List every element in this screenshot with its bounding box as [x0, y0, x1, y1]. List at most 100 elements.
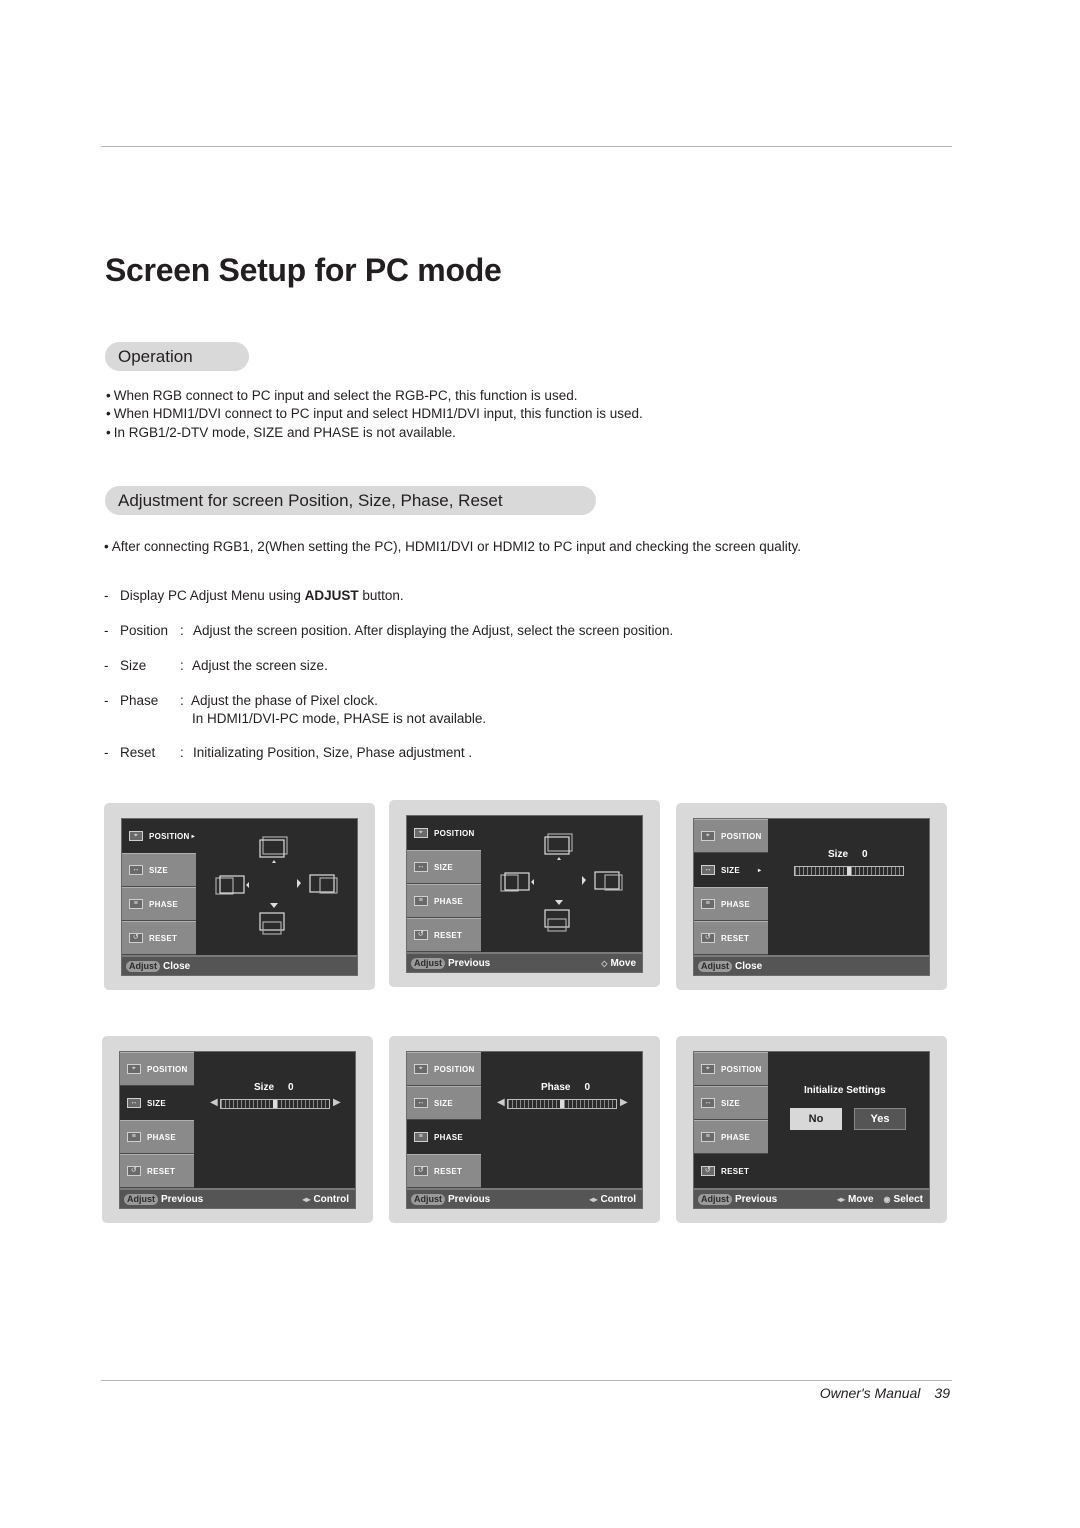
- slider-label: Size 0: [254, 1082, 294, 1093]
- step-term: Reset: [120, 745, 156, 760]
- osd-menu-label: SIZE: [147, 1098, 166, 1108]
- reset-icon: ↺: [127, 1166, 141, 1176]
- osd-screenshot: ⌖ POSITION ↔ SIZE ≡ PHASE ↺ RESET Size 0 ◀ ▶ Adjust P…: [102, 1036, 373, 1223]
- size-slider[interactable]: [220, 1099, 330, 1109]
- osd-menu-item-reset[interactable]: ↺ RESET: [120, 1154, 194, 1188]
- size-slider[interactable]: [794, 866, 904, 876]
- position-diagram: [212, 833, 342, 943]
- osd-menu: ⌖ POSITION ▸ ↔ SIZE ≡ PHASE ↺ RESET: [122, 819, 196, 955]
- slider-value: 0: [584, 1082, 591, 1093]
- osd-menu-item-position[interactable]: ⌖ POSITION: [120, 1052, 194, 1086]
- arrow-left-icon[interactable]: ◀: [497, 1097, 505, 1108]
- adjustment-intro: After connecting RGB1, 2(When setting th…: [104, 538, 864, 557]
- diagram-shape: [582, 876, 586, 885]
- bullet-item: In RGB1/2-DTV mode, SIZE and PHASE is no…: [106, 424, 643, 442]
- slider-knob[interactable]: [273, 1100, 277, 1108]
- osd-menu-item-phase[interactable]: ≡ PHASE: [694, 887, 768, 921]
- osd-menu: ⌖ POSITION ↔ SIZE ≡ PHASE ↺ RESET: [694, 1052, 768, 1188]
- arrow-right-icon[interactable]: ▶: [620, 1097, 628, 1108]
- osd-menu-item-reset[interactable]: ↺ RESET: [122, 921, 196, 955]
- osd-screenshot: ⌖ POSITION ↔ SIZE ≡ PHASE ↺ RESET Adjust Previous…: [389, 800, 660, 987]
- phase-icon: ≡: [129, 899, 143, 909]
- adjust-badge[interactable]: Adjust: [698, 1193, 732, 1205]
- operation-bullets: When RGB connect to PC input and select …: [106, 387, 643, 442]
- osd-menu-item-reset[interactable]: ↺ RESET: [407, 1154, 481, 1188]
- adjust-badge[interactable]: Adjust: [124, 1193, 158, 1205]
- step-text: Display PC Adjust Menu using: [120, 588, 305, 603]
- osd-menu-item-phase[interactable]: ≡ PHASE: [120, 1120, 194, 1154]
- osd-menu-item-phase[interactable]: ≡ PHASE: [407, 1120, 481, 1154]
- footer-action-label: Previous: [161, 1193, 204, 1205]
- osd-menu-item-size[interactable]: ↔ SIZE: [407, 850, 481, 884]
- no-button[interactable]: No: [790, 1108, 842, 1130]
- osd-menu-label: PHASE: [434, 896, 464, 906]
- position-icon: ⌖: [127, 1064, 141, 1074]
- osd-menu-item-reset[interactable]: ↺ RESET: [407, 918, 481, 952]
- osd-menu-item-phase[interactable]: ≡ PHASE: [407, 884, 481, 918]
- osd-menu-item-position[interactable]: ⌖ POSITION: [694, 819, 768, 853]
- osd-menu-item-size[interactable]: ↔ SIZE: [407, 1086, 481, 1120]
- osd-menu-item-size[interactable]: ↔ SIZE: [120, 1086, 194, 1120]
- footer-hints: ◂▸ Control: [302, 1194, 349, 1205]
- osd-menu-item-phase[interactable]: ≡ PHASE: [694, 1120, 768, 1154]
- osd-menu-item-position[interactable]: ⌖ POSITION: [694, 1052, 768, 1086]
- page-number: 39: [934, 1385, 950, 1401]
- phase-icon: ≡: [701, 899, 715, 909]
- osd-menu-item-reset[interactable]: ↺ RESET: [694, 921, 768, 955]
- osd-menu: ⌖ POSITION ↔ SIZE ≡ PHASE ↺ RESET: [407, 816, 481, 952]
- footer-action-label: Close: [163, 960, 191, 972]
- osd-menu-item-position[interactable]: ⌖ POSITION: [407, 1052, 481, 1086]
- diagram-shape: [297, 879, 301, 888]
- osd-menu-item-position[interactable]: ⌖ POSITION: [407, 816, 481, 850]
- osd-screenshot: ⌖ POSITION ↔ SIZE ▸ ≡ PHASE ↺ RESET Size 0 Adjust Cl…: [676, 803, 947, 990]
- arrow-left-icon[interactable]: ◀: [210, 1097, 218, 1108]
- osd-menu-item-position[interactable]: ⌖ POSITION ▸: [122, 819, 196, 853]
- osd-menu-item-size[interactable]: ↔ SIZE ▸: [694, 853, 768, 887]
- footer-label: Owner's Manual: [819, 1385, 921, 1401]
- step-desc: Initializating Position, Size, Phase adj…: [193, 745, 473, 760]
- osd-menu: ⌖ POSITION ↔ SIZE ▸ ≡ PHASE ↺ RESET: [694, 819, 768, 955]
- footer-action-label: Close: [735, 960, 763, 972]
- slider-value: 0: [288, 1082, 294, 1093]
- arrow-right-icon[interactable]: ▶: [333, 1097, 341, 1108]
- phase-icon: ≡: [127, 1132, 141, 1142]
- osd-footer-bar: Adjust Previous ◂▸ Control: [407, 1188, 642, 1208]
- bullet-item: When RGB connect to PC input and select …: [106, 387, 643, 405]
- adjust-badge[interactable]: Adjust: [698, 960, 732, 972]
- phase-slider[interactable]: [507, 1099, 617, 1109]
- size-icon: ↔: [701, 865, 715, 875]
- page-footer: Owner's Manual 39: [820, 1385, 950, 1401]
- reset-icon: ↺: [129, 933, 143, 943]
- move-icon: ◂▸: [589, 1194, 598, 1204]
- osd-menu-label: POSITION: [721, 1064, 762, 1074]
- yes-button[interactable]: Yes: [854, 1108, 906, 1130]
- osd-menu-item-size[interactable]: ↔ SIZE: [122, 853, 196, 887]
- slider-label: Phase 0: [541, 1082, 590, 1093]
- diagram-shape: [262, 921, 282, 935]
- adjust-badge[interactable]: Adjust: [126, 960, 160, 972]
- step-desc: Adjust the phase of Pixel clock.: [191, 693, 378, 708]
- osd-menu-item-size[interactable]: ↔ SIZE: [694, 1086, 768, 1120]
- slider-knob[interactable]: [847, 867, 851, 875]
- osd-menu-label: PHASE: [147, 1132, 177, 1142]
- footer-hint: ◂▸ Control: [589, 1193, 636, 1205]
- adjust-badge[interactable]: Adjust: [411, 1193, 445, 1205]
- osd-menu-label: POSITION: [149, 831, 190, 841]
- osd-menu-label: SIZE: [149, 865, 168, 875]
- position-icon: ⌖: [701, 1064, 715, 1074]
- slider-name: Phase: [541, 1082, 571, 1093]
- osd-menu-label: PHASE: [434, 1132, 464, 1142]
- page-title: Screen Setup for PC mode: [105, 252, 502, 288]
- footer-hints: ◇ Move: [601, 958, 636, 969]
- footer-hint: ◉ Select: [883, 1193, 923, 1205]
- slider-knob[interactable]: [560, 1100, 564, 1108]
- step-term: Size: [120, 658, 147, 673]
- osd-menu-item-phase[interactable]: ≡ PHASE: [122, 887, 196, 921]
- step-term: Phase: [120, 693, 159, 708]
- osd-menu-label: SIZE: [434, 862, 453, 872]
- adjust-keyword: ADJUST: [304, 588, 359, 603]
- adjust-badge[interactable]: Adjust: [411, 957, 445, 969]
- osd-menu-label: SIZE: [434, 1098, 453, 1108]
- footer-action-label: Previous: [448, 1193, 491, 1205]
- osd-menu-item-reset[interactable]: ↺ RESET: [694, 1154, 768, 1188]
